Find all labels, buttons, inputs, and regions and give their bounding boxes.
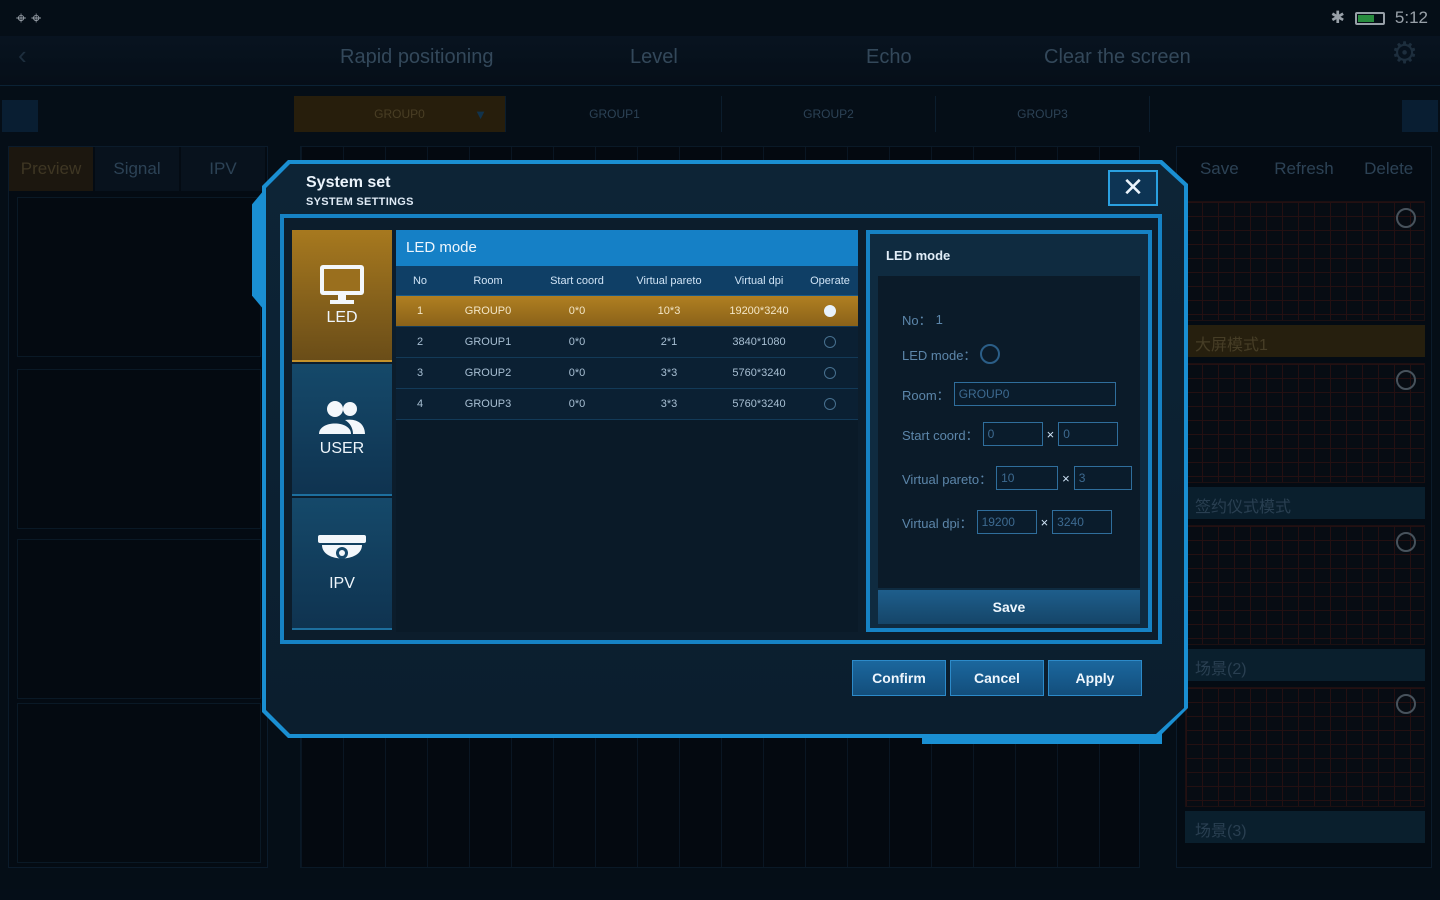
- row-radio[interactable]: [824, 336, 836, 348]
- sidebar-item-label: IPV: [329, 575, 355, 592]
- dialog-title: System set: [306, 174, 391, 191]
- dialog-subtitle: SYSTEM SETTINGS: [306, 196, 414, 208]
- save-button[interactable]: Save: [878, 590, 1140, 624]
- dialog-actions: Confirm Cancel Apply: [852, 660, 1142, 696]
- sidebar-item-user[interactable]: USER: [292, 364, 392, 496]
- led-mode-toggle[interactable]: [980, 344, 1001, 364]
- dpi-x-input[interactable]: [976, 510, 1037, 534]
- table-row[interactable]: 3 GROUP2 0*0 3*3 5760*3240: [396, 358, 858, 389]
- sidebar-item-ipv[interactable]: IPV: [292, 498, 392, 630]
- column-header: Virtual dpi: [734, 274, 784, 287]
- table-row[interactable]: 2 GROUP1 0*0 2*1 3840*1080: [396, 327, 858, 358]
- led-mode-label: LED mode：: [902, 347, 977, 363]
- dpi-y-input[interactable]: [1052, 510, 1113, 534]
- confirm-button[interactable]: Confirm: [852, 660, 946, 696]
- column-header: No: [412, 274, 428, 287]
- virtual-dpi-label: Virtual dpi：: [902, 515, 973, 531]
- no-value: 1: [935, 312, 943, 327]
- led-mode-detail: LED mode No： 1 LED mode： Room： GROUP0 St…: [866, 230, 1152, 632]
- frame-accent: [922, 734, 1162, 744]
- cancel-button[interactable]: Cancel: [950, 660, 1044, 696]
- column-header: Operate: [810, 274, 850, 287]
- table-title: LED mode: [396, 230, 858, 266]
- start-coord-label: Start coord：: [902, 427, 979, 443]
- no-label: No：: [902, 313, 932, 328]
- close-icon: ✕: [1122, 172, 1144, 202]
- sidebar-item-label: LED: [326, 309, 358, 326]
- room-label: Room：: [902, 387, 950, 403]
- led-mode-table: LED mode No Room Start coord Virtual par…: [396, 230, 858, 632]
- start-x-input[interactable]: [982, 422, 1043, 446]
- room-input[interactable]: [953, 382, 1116, 406]
- table-header: No Room Start coord Virtual pareto Virtu…: [396, 266, 858, 296]
- start-y-input[interactable]: [1058, 422, 1119, 446]
- virtual-pareto-label: Virtual pareto：: [902, 471, 993, 487]
- column-header: Virtual pareto: [636, 274, 702, 287]
- table-row[interactable]: 1 GROUP0 0*0 10*3 19200*3240: [396, 296, 858, 327]
- column-header: Start coord: [550, 274, 604, 287]
- pareto-x-input[interactable]: [996, 466, 1059, 490]
- row-radio[interactable]: [824, 305, 836, 317]
- close-button[interactable]: ✕: [1108, 170, 1158, 206]
- sidebar-item-label: USER: [319, 440, 365, 457]
- apply-button[interactable]: Apply: [1048, 660, 1142, 696]
- users-icon: [319, 401, 365, 434]
- table-row[interactable]: 4 GROUP3 0*0 3*3 5760*3240: [396, 389, 858, 420]
- monitor-icon: [320, 265, 364, 304]
- row-radio[interactable]: [824, 367, 836, 379]
- settings-sidebar: LED USER IPV: [292, 230, 392, 632]
- sidebar-item-led[interactable]: LED: [292, 230, 392, 362]
- camera-icon: [318, 535, 366, 559]
- row-radio[interactable]: [824, 398, 836, 410]
- column-header: Room: [473, 274, 503, 287]
- detail-title: LED mode: [886, 248, 951, 263]
- system-settings-dialog: System set SYSTEM SETTINGS ✕ LED USER IP…: [252, 160, 1188, 744]
- pareto-y-input[interactable]: [1073, 466, 1132, 490]
